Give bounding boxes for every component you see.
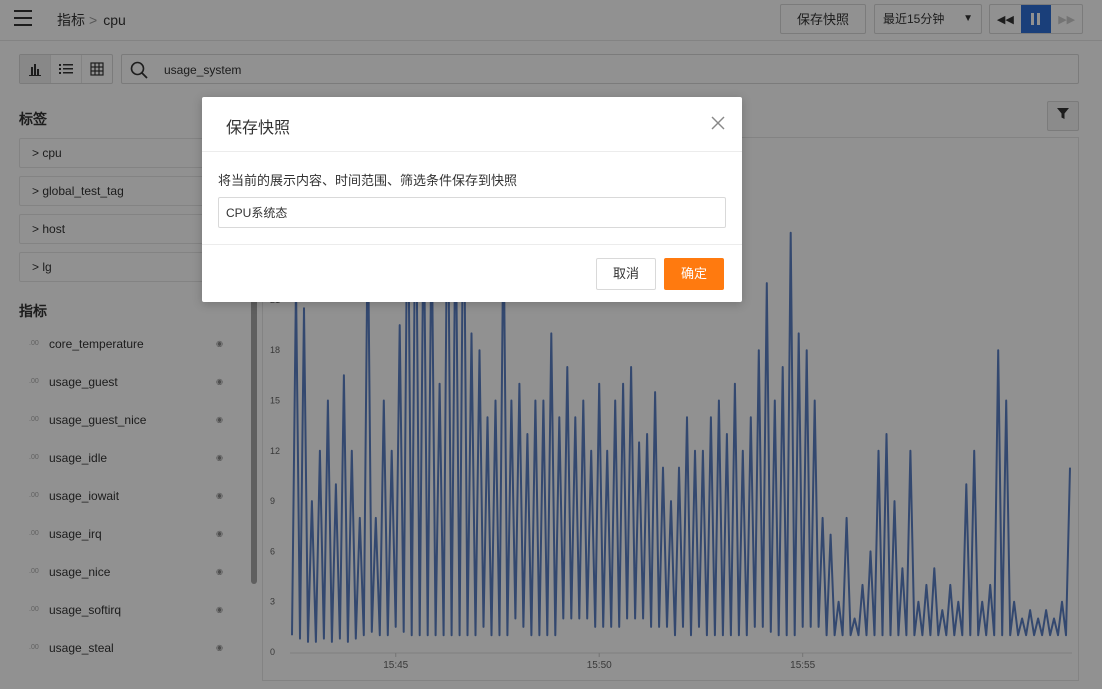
dialog-description: 将当前的展示内容、时间范围、筛选条件保存到快照: [218, 173, 518, 188]
dialog-header: 保存快照: [202, 97, 742, 152]
close-icon[interactable]: [710, 115, 726, 131]
confirm-button[interactable]: 确定: [664, 258, 724, 290]
cancel-button[interactable]: 取消: [596, 258, 656, 290]
dialog-title: 保存快照: [226, 120, 291, 137]
metrics-app: 指标 > cpu 保存快照 最近15分钟 ▼ ◀◀ ▶▶ usage_syste…: [0, 0, 1102, 689]
snapshot-name-input[interactable]: [218, 197, 726, 228]
dialog-divider: [202, 244, 742, 245]
save-snapshot-dialog: 保存快照 将当前的展示内容、时间范围、筛选条件保存到快照 取消 确定: [202, 97, 742, 302]
